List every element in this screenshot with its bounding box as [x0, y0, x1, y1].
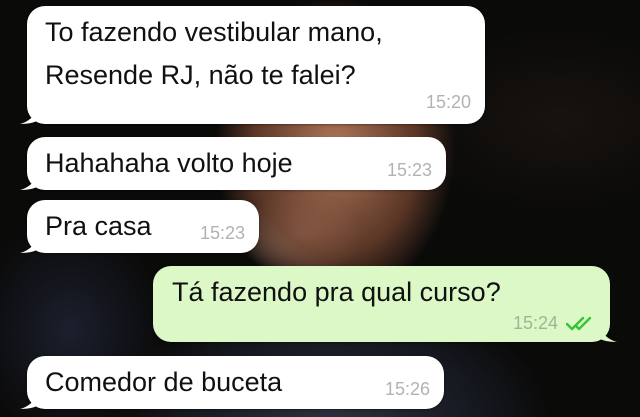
- message-text: Hahahaha volto hoje: [45, 148, 293, 178]
- message-text: Resende RJ, não te falei?: [45, 60, 356, 90]
- message-bubble-incoming[interactable]: To fazendo vestibular mano, Resende RJ, …: [20, 6, 485, 124]
- message-bubble-incoming[interactable]: Hahahaha volto hoje 15:23: [20, 137, 446, 190]
- message-timestamp: 15:24: [512, 313, 558, 333]
- message-bubble-incoming[interactable]: Pra casa 15:23: [20, 200, 259, 253]
- message-text: Pra casa: [45, 211, 152, 241]
- bubble-tail: [20, 237, 38, 253]
- message-text: To fazendo vestibular mano,: [45, 17, 383, 47]
- bubble-tail: [20, 393, 38, 409]
- bubble-tail: [20, 174, 38, 190]
- message-timestamp: 15:20: [425, 92, 471, 112]
- bubble-tail: [20, 108, 38, 124]
- message-timestamp: 15:23: [199, 223, 245, 243]
- message-timestamp: 15:26: [384, 379, 430, 399]
- bubble-tail: [599, 326, 617, 342]
- message-text: Comedor de buceta: [45, 367, 283, 397]
- double-check-read-icon: [566, 316, 592, 331]
- message-bubble-incoming[interactable]: Comedor de buceta 15:26: [20, 356, 444, 409]
- message-timestamp: 15:23: [386, 160, 432, 180]
- message-bubble-outgoing[interactable]: Tá fazendo pra qual curso? 15:24: [153, 266, 617, 342]
- message-text: Tá fazendo pra qual curso?: [172, 277, 501, 307]
